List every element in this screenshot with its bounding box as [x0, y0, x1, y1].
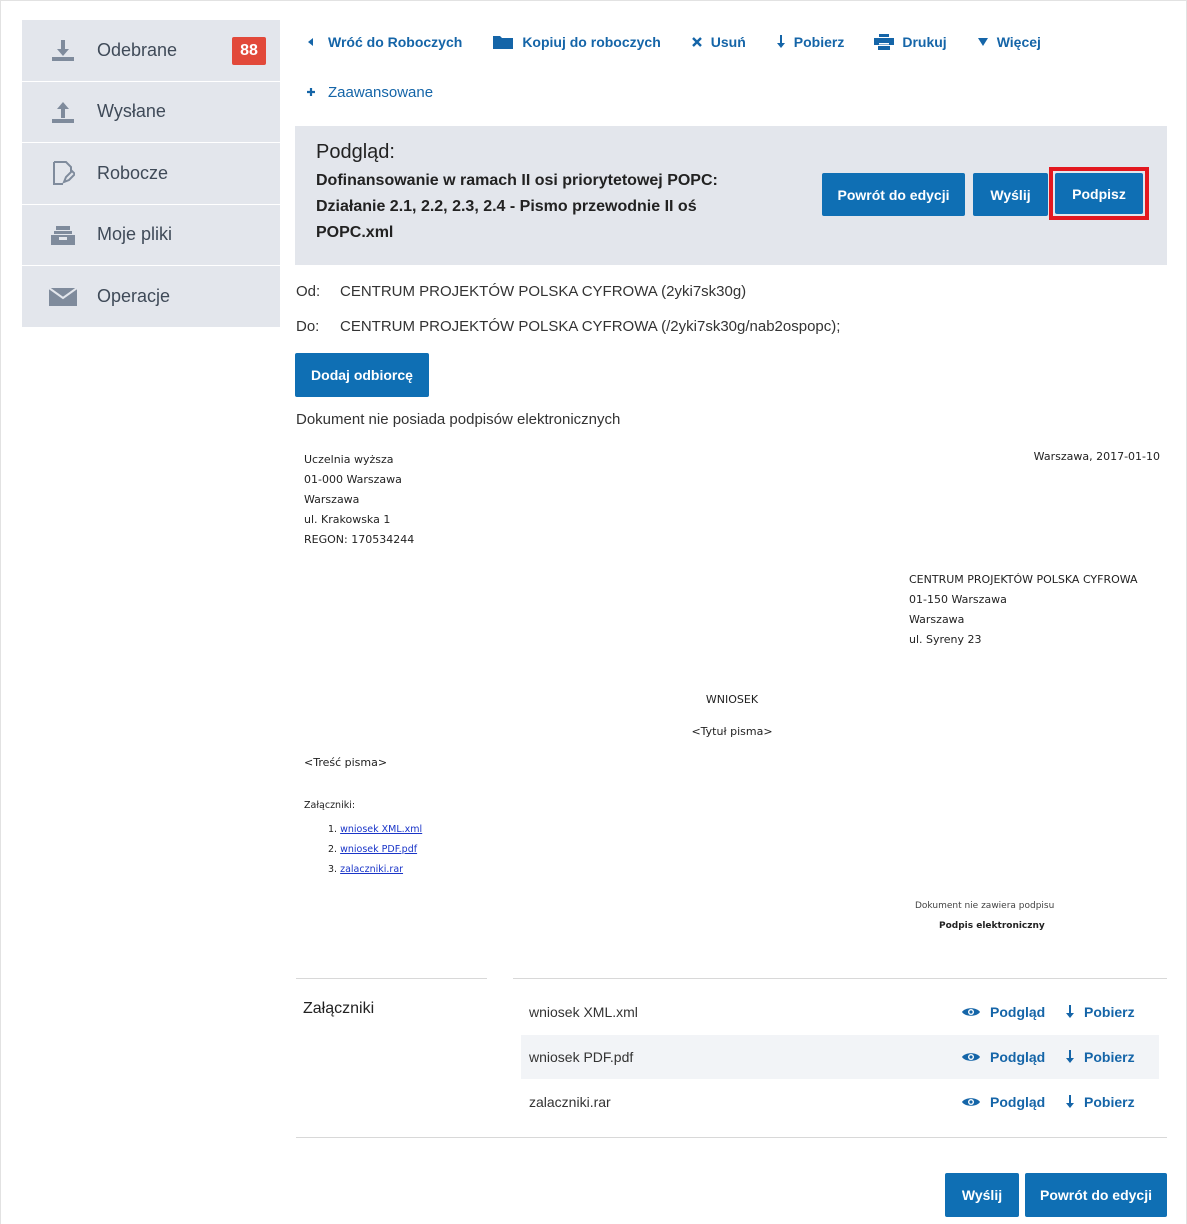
sender-address: Uczelnia wyższa 01-000 Warszawa Warszawa…: [304, 453, 415, 546]
inbox-download-icon: [48, 35, 78, 65]
recipient-address: CENTRUM PROJEKTÓW POLSKA CYFROWA 01-150 …: [909, 573, 1138, 646]
folder-icon: [492, 34, 514, 50]
to-label: Do:: [296, 318, 320, 335]
preview-attachment-button[interactable]: Podgląd: [961, 1049, 1045, 1065]
from-label: Od:: [296, 283, 321, 300]
caret-left-icon: [306, 37, 320, 47]
download-attachment-button[interactable]: Pobierz: [1065, 1004, 1135, 1020]
sidebar-item-label: Odebrane: [97, 39, 178, 60]
envelope-icon: [48, 282, 78, 312]
list-item: 1. wniosek XML.xml: [328, 824, 423, 835]
attachments-label: Załączniki:: [304, 800, 356, 811]
sidebar-item-operacje[interactable]: Operacje: [22, 266, 280, 328]
folder-tray-icon: [48, 220, 78, 250]
attachment-filename: wniosek XML.xml: [529, 1004, 638, 1020]
to-field: Do: CENTRUM PROJEKTÓW POLSKA CYFROWA (/2y…: [296, 318, 840, 335]
arrow-down-icon: [1065, 1050, 1075, 1064]
attachments-list: 1. wniosek XML.xml 2. wniosek PDF.pdf 3.…: [328, 820, 422, 880]
preview-attachment-button[interactable]: Podgląd: [961, 1004, 1045, 1020]
attachment-link[interactable]: wniosek XML.xml: [340, 824, 422, 835]
to-value: CENTRUM PROJEKTÓW POLSKA CYFROWA (/2yki7…: [340, 318, 841, 335]
table-row: wniosek PDF.pdf Podgląd Pobierz: [521, 1035, 1159, 1079]
arrow-down-icon: [1065, 1095, 1075, 1109]
download-attachment-button[interactable]: Pobierz: [1065, 1094, 1135, 1110]
signature-label: Podpis elektroniczny: [939, 921, 1045, 931]
sidebar-item-label: Operacje: [97, 286, 171, 307]
divider: [296, 1137, 1167, 1138]
preview-attachment-button[interactable]: Podgląd: [961, 1094, 1045, 1110]
sidebar-item-label: Moje pliki: [97, 224, 173, 245]
from-value: CENTRUM PROJEKTÓW POLSKA CYFROWA (2yki7s…: [340, 283, 747, 300]
outbox-upload-icon: [48, 97, 78, 127]
attachment-link[interactable]: wniosek PDF.pdf: [340, 844, 417, 855]
sidebar-item-moje-pliki[interactable]: Moje pliki: [22, 205, 280, 266]
divider: [296, 978, 487, 979]
document-subject: Dofinansowanie w ramach II osi priorytet…: [316, 172, 718, 241]
document-kind: WNIOSEK: [705, 693, 759, 706]
no-signatures-notice: Dokument nie posiada podpisów elektronic…: [296, 411, 621, 428]
send-button[interactable]: Wyślij: [973, 173, 1048, 216]
from-field: Od: CENTRUM PROJEKTÓW POLSKA CYFROWA (2yk…: [296, 283, 746, 300]
attachment-link[interactable]: zalaczniki.rar: [340, 864, 403, 875]
document-preview: Uczelnia wyższa 01-000 Warszawa Warszawa…: [296, 448, 1166, 948]
arrow-down-icon: [1065, 1005, 1075, 1019]
back-to-drafts-button[interactable]: Wróć do Roboczych: [306, 34, 462, 50]
back-to-edit-button[interactable]: Powrót do edycji: [822, 173, 965, 216]
arrow-down-icon: [776, 35, 786, 49]
sidebar-item-label: Robocze: [97, 162, 169, 183]
more-menu-button[interactable]: Więcej: [977, 34, 1041, 50]
add-recipient-button[interactable]: Dodaj odbiorcę: [295, 353, 429, 397]
unread-count-badge: 88: [232, 37, 266, 65]
sidebar: Odebrane 88 Wysłane Robocze Moje pliki O…: [22, 20, 280, 327]
list-item: 3. zalaczniki.rar: [328, 864, 404, 875]
sign-button[interactable]: Podpisz: [1055, 173, 1143, 214]
draft-edit-icon: [48, 158, 78, 188]
attachment-filename: zalaczniki.rar: [529, 1094, 611, 1110]
copy-to-drafts-button[interactable]: Kopiuj do roboczych: [492, 34, 661, 50]
eye-icon: [961, 1006, 981, 1018]
eye-icon: [961, 1051, 981, 1063]
sidebar-item-wyslane[interactable]: Wysłane: [22, 82, 280, 143]
document-date: Warszawa, 2017-01-10: [1033, 450, 1160, 463]
letter-title: <Tytuł pisma>: [691, 725, 773, 738]
delete-button[interactable]: Usuń: [691, 34, 746, 50]
print-button[interactable]: Drukuj: [874, 34, 947, 50]
download-attachment-button[interactable]: Pobierz: [1065, 1049, 1135, 1065]
list-item: 2. wniosek PDF.pdf: [328, 844, 418, 855]
footer-back-to-edit-button[interactable]: Powrót do edycji: [1025, 1173, 1167, 1217]
close-icon: [691, 36, 703, 48]
preview-title: Podgląd:: [316, 141, 395, 163]
sign-button-highlight: Podpisz: [1049, 167, 1149, 220]
download-button[interactable]: Pobierz: [776, 34, 844, 50]
advanced-toggle[interactable]: Zaawansowane: [306, 84, 433, 101]
eye-icon: [961, 1096, 981, 1108]
sidebar-item-odebrane[interactable]: Odebrane 88: [22, 20, 280, 82]
footer-send-button[interactable]: Wyślij: [945, 1173, 1019, 1217]
toolbar: Wróć do Roboczych Kopiuj do roboczych Us…: [306, 30, 1071, 54]
divider: [513, 978, 1167, 979]
sidebar-item-label: Wysłane: [97, 101, 166, 122]
table-row: zalaczniki.rar Podgląd Pobierz: [521, 1080, 1159, 1124]
attachments-heading: Załączniki: [303, 1000, 375, 1017]
signature-note: Dokument nie zawiera podpisu: [915, 901, 1055, 911]
table-row: wniosek XML.xml Podgląd Pobierz: [521, 990, 1159, 1034]
caret-down-icon: [977, 37, 989, 47]
printer-icon: [874, 34, 895, 50]
preview-panel: Podgląd: Dofinansowanie w ramach II osi …: [295, 126, 1167, 265]
letter-body: <Treść pisma>: [304, 756, 388, 769]
sidebar-item-robocze[interactable]: Robocze: [22, 143, 280, 205]
plus-icon: [306, 84, 316, 101]
attachment-filename: wniosek PDF.pdf: [529, 1049, 634, 1065]
